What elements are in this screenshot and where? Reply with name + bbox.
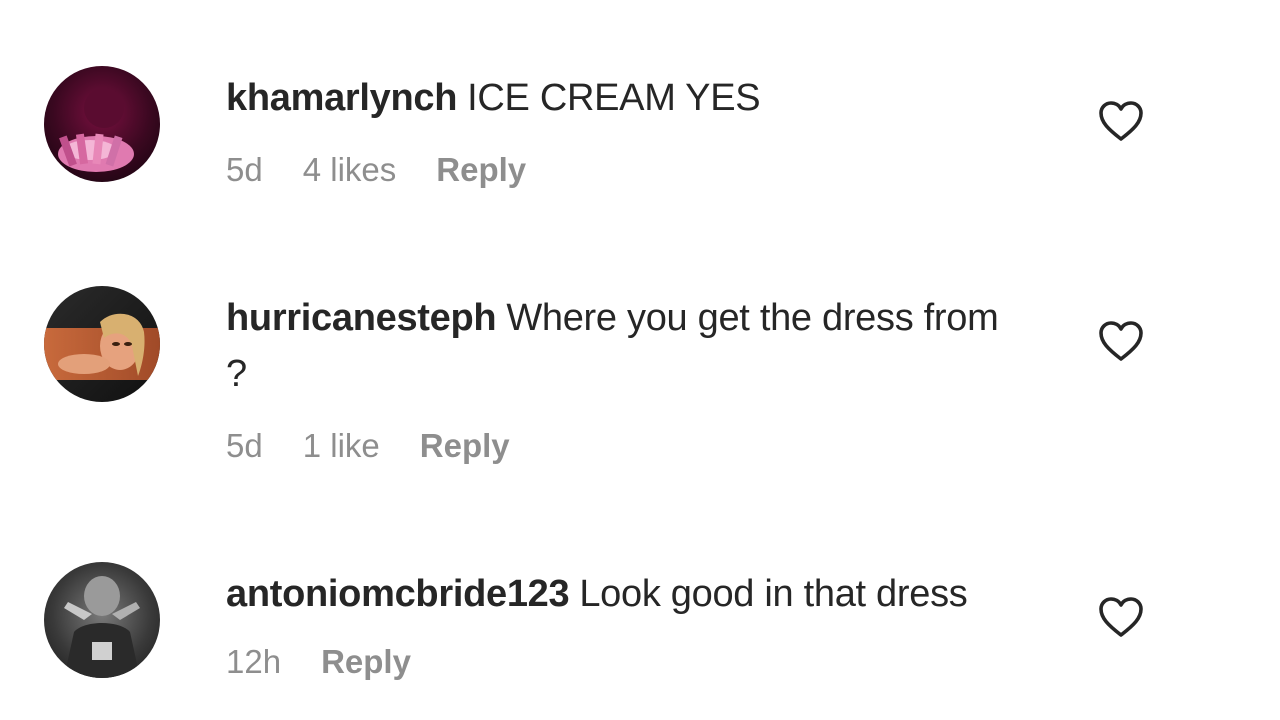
comment-time: 12h: [226, 643, 282, 680]
comment-list: khamarlynch ICE CREAM YES 5d 4 likes Reply: [0, 0, 1280, 720]
avatar-image: [44, 562, 160, 678]
comment-body: hurricanesteph Where you get the dress fr…: [226, 290, 1026, 468]
comment-text: ICE CREAM YES: [467, 77, 761, 119]
avatar[interactable]: [44, 66, 160, 182]
avatar-image: [44, 66, 160, 182]
comment-body: khamarlynch ICE CREAM YES 5d 4 likes Reply: [226, 70, 1026, 192]
reply-button[interactable]: Reply: [420, 424, 510, 468]
heart-outline-icon: [1099, 101, 1143, 141]
comment-username[interactable]: khamarlynch: [226, 77, 457, 119]
comment-username[interactable]: antoniomcbride123: [226, 573, 570, 615]
comment-username[interactable]: hurricanesteph: [226, 297, 497, 339]
like-button[interactable]: [1098, 320, 1144, 362]
comment-text-line: hurricanesteph Where you get the dress fr…: [226, 290, 1026, 402]
comment-meta: 5d 1 like Reply: [226, 424, 1026, 468]
like-button[interactable]: [1098, 596, 1144, 638]
comment-meta: 12h Reply: [226, 640, 1026, 684]
reply-button[interactable]: Reply: [321, 640, 411, 684]
avatar[interactable]: [44, 286, 160, 402]
reply-button[interactable]: Reply: [436, 148, 526, 192]
comment-time: 5d: [226, 151, 263, 188]
comment-likes-count[interactable]: 4 likes: [303, 148, 397, 192]
like-button[interactable]: [1098, 100, 1144, 142]
comment-text-line: antoniomcbride123 Look good in that dress: [226, 566, 1026, 622]
heart-outline-icon: [1099, 597, 1143, 637]
heart-outline-icon: [1099, 321, 1143, 361]
comment-time: 5d: [226, 427, 263, 464]
comment-meta: 5d 4 likes Reply: [226, 148, 1026, 192]
comment-body: antoniomcbride123 Look good in that dress…: [226, 566, 1026, 684]
comment-likes-count[interactable]: 1 like: [303, 424, 380, 468]
avatar-image: [44, 286, 160, 402]
comment-text-line: khamarlynch ICE CREAM YES: [226, 70, 1026, 126]
comment-text: Look good in that dress: [579, 573, 968, 615]
avatar[interactable]: [44, 562, 160, 678]
